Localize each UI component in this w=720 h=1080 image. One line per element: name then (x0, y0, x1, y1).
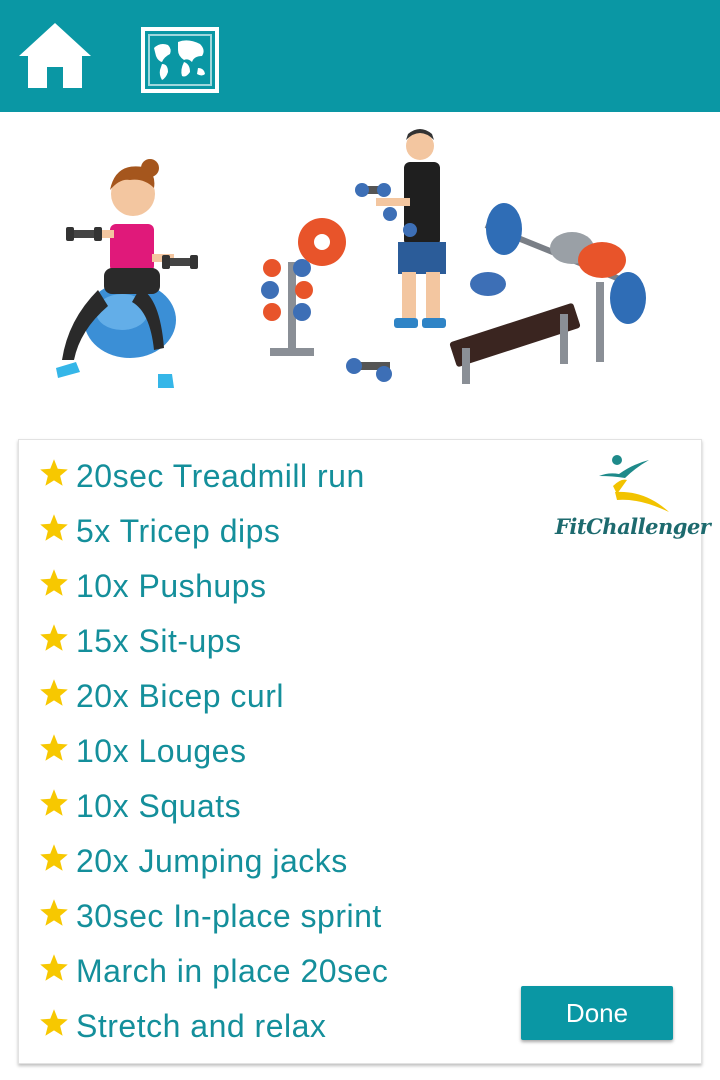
workout-item-label: 10x Squats (76, 788, 242, 824)
list-item: 10x Louges (39, 727, 388, 782)
workout-item-label: 5x Tricep dips (76, 513, 281, 549)
list-item: Stretch and relax (39, 1002, 388, 1057)
workout-item-label: 10x Louges (76, 733, 247, 769)
runner-logo-icon (599, 455, 669, 512)
workout-item-label: 15x Sit-ups (76, 623, 242, 659)
logo-text: FitChallenger (555, 514, 711, 539)
woman-exercising-figure (56, 159, 198, 388)
list-item: 20x Bicep curl (39, 672, 388, 727)
star-icon (40, 789, 68, 816)
hero-illustration (0, 112, 720, 437)
top-bar (0, 0, 720, 112)
dumbbell-rack (261, 218, 346, 356)
list-item: 10x Pushups (39, 562, 388, 617)
bench-press (449, 203, 646, 384)
star-icon (40, 899, 68, 926)
list-item: 20sec Treadmill run (39, 452, 388, 507)
world-map-button[interactable] (140, 26, 220, 94)
world-map-icon (141, 27, 219, 93)
done-button[interactable]: Done (521, 986, 673, 1040)
star-icon (40, 514, 68, 541)
star-icon (40, 954, 68, 981)
workout-item-label: 20x Bicep curl (76, 678, 284, 714)
star-icon (40, 569, 68, 596)
workout-card: 20sec Treadmill run 5x Tricep dips 10x P… (18, 439, 711, 1064)
workout-item-label: March in place 20sec (76, 953, 389, 989)
workout-item-label: 20sec Treadmill run (76, 458, 365, 494)
star-icon (40, 459, 68, 486)
list-item: 10x Squats (39, 782, 388, 837)
workout-item-label: 20x Jumping jacks (76, 843, 348, 879)
star-icon (40, 1009, 68, 1036)
home-icon (19, 23, 91, 88)
fitchallenger-logo: FitChallenger (555, 448, 711, 544)
star-icon (40, 734, 68, 761)
list-item: March in place 20sec (39, 947, 388, 1002)
man-exercising-figure (346, 129, 446, 382)
star-icon (40, 679, 68, 706)
star-icon (40, 844, 68, 871)
home-button[interactable] (16, 20, 94, 92)
list-item: 5x Tricep dips (39, 507, 388, 562)
workout-item-label: 10x Pushups (76, 568, 267, 604)
workout-list: 20sec Treadmill run 5x Tricep dips 10x P… (39, 452, 388, 1057)
list-item: 30sec In-place sprint (39, 892, 388, 947)
star-icon (40, 624, 68, 651)
workout-item-label: Stretch and relax (76, 1008, 327, 1044)
list-item: 20x Jumping jacks (39, 837, 388, 892)
list-item: 15x Sit-ups (39, 617, 388, 672)
workout-item-label: 30sec In-place sprint (76, 898, 382, 934)
gym-illustration (56, 129, 646, 388)
